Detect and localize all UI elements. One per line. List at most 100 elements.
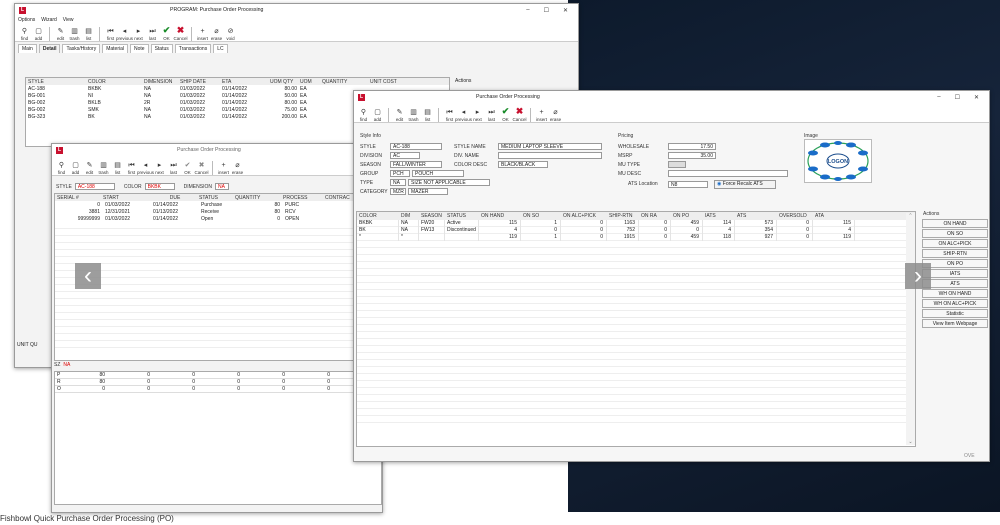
action-button-wh-on-hand[interactable]: WH ON HAND bbox=[922, 289, 988, 298]
action-button-on-so[interactable]: ON SO bbox=[922, 229, 988, 238]
color-field[interactable]: BKBK bbox=[144, 183, 175, 190]
menu-view[interactable]: View bbox=[63, 17, 74, 23]
scroll-up-icon[interactable]: ⌃ bbox=[906, 213, 915, 219]
trash-button[interactable]: ▥ trash bbox=[407, 109, 420, 122]
erase-button[interactable]: ⌀ erase bbox=[231, 162, 244, 175]
insert-button[interactable]: + insert bbox=[217, 162, 230, 175]
ok-button[interactable]: ✔ OK bbox=[499, 106, 512, 122]
action-button-ship-rtn[interactable]: SHIP-RTN bbox=[922, 249, 988, 258]
find-button[interactable]: ⚲ find bbox=[18, 28, 31, 41]
tab-main[interactable]: Main bbox=[18, 44, 37, 53]
tab-tasks-history[interactable]: Tasks/History bbox=[62, 44, 101, 53]
tab-lc[interactable]: LC bbox=[213, 44, 228, 53]
tab-transactions[interactable]: Transactions bbox=[174, 44, 212, 53]
tab-detail[interactable]: Detail bbox=[38, 44, 61, 53]
cancel-button[interactable]: ✖ Cancel bbox=[513, 106, 527, 122]
tab-material[interactable]: Material bbox=[102, 44, 128, 53]
scroll-down-icon[interactable]: ⌄ bbox=[906, 439, 915, 445]
tab-note[interactable]: Note bbox=[130, 44, 149, 53]
inventory-scrollbar[interactable]: ⌃ ⌄ bbox=[906, 213, 915, 445]
close-icon[interactable]: ✕ bbox=[563, 7, 568, 14]
type-desc-field[interactable]: SIZE NOT APPLICABLE bbox=[408, 179, 490, 186]
menu-options[interactable]: Options bbox=[18, 17, 35, 23]
next-slide-button[interactable]: › bbox=[905, 263, 931, 289]
edit-button[interactable]: ✎ edit bbox=[54, 28, 67, 41]
list-button[interactable]: ▤ list bbox=[82, 28, 95, 41]
menu-wizard[interactable]: Wizard bbox=[41, 17, 57, 23]
find-button[interactable]: ⚲ find bbox=[357, 109, 370, 122]
minimize-icon[interactable]: – bbox=[526, 7, 529, 14]
wholesale-field[interactable]: 17.50 bbox=[668, 143, 716, 150]
edit-button[interactable]: ✎ edit bbox=[393, 109, 406, 122]
last-button[interactable]: ⏭ last bbox=[146, 28, 159, 41]
division-field[interactable]: AC bbox=[390, 152, 420, 159]
style-name-field[interactable]: MEDIUM LAPTOP SLEEVE bbox=[498, 143, 602, 150]
close-icon[interactable]: ✕ bbox=[974, 94, 979, 101]
table-row[interactable]: 99999999 01/03/2022 01/14/2022 Open 0 OPEN bbox=[55, 215, 381, 222]
group-field[interactable]: PCH bbox=[390, 170, 410, 177]
trash-button[interactable]: ▥ trash bbox=[68, 28, 81, 41]
msrp-field[interactable]: 35.00 bbox=[668, 152, 716, 159]
cancel-button[interactable]: ✖ Cancel bbox=[174, 25, 188, 41]
next-button[interactable]: ▸ next bbox=[132, 28, 145, 41]
table-row[interactable]: BKBK NA FW20 Active 115 1 0 1163 0 459 114 573 0 115 bbox=[357, 220, 915, 227]
find-button[interactable]: ⚲ find bbox=[55, 162, 68, 175]
action-button-iats[interactable]: IATS bbox=[922, 269, 988, 278]
add-button[interactable]: ▢ add bbox=[69, 162, 82, 175]
last-button[interactable]: ⏭ last bbox=[485, 109, 498, 122]
season-field[interactable]: FALL/WINTER bbox=[390, 161, 442, 168]
maximize-icon[interactable]: ☐ bbox=[544, 7, 549, 14]
action-button-on-hand[interactable]: ON HAND bbox=[922, 219, 988, 228]
trash-button[interactable]: ▥ trash bbox=[97, 162, 110, 175]
group-desc-field[interactable]: POUCH bbox=[412, 170, 464, 177]
previous-button[interactable]: ◂ previous bbox=[137, 162, 154, 175]
ok-button[interactable]: ✔ OK bbox=[160, 25, 173, 41]
action-button-statistic[interactable]: Statistic bbox=[922, 309, 988, 318]
table-row[interactable]: * * 119 1 0 1915 0 459 118 927 0 119 bbox=[357, 234, 915, 241]
insert-button[interactable]: + insert bbox=[535, 109, 548, 122]
erase-button[interactable]: ⌀ erase bbox=[210, 28, 223, 41]
erase-button[interactable]: ⌀ erase bbox=[549, 109, 562, 122]
mu-desc-field[interactable] bbox=[668, 170, 788, 177]
style-field[interactable]: AC-188 bbox=[74, 183, 115, 190]
insert-button[interactable]: + insert bbox=[196, 28, 209, 41]
category-field[interactable]: MZR bbox=[390, 188, 406, 195]
action-button-on-alc-pick[interactable]: ON ALC+PICK bbox=[922, 239, 988, 248]
type-field[interactable]: NA bbox=[390, 179, 406, 186]
maximize-icon[interactable]: ☐ bbox=[955, 94, 960, 101]
list-button[interactable]: ▤ list bbox=[421, 109, 434, 122]
void-button[interactable]: ⊘ void bbox=[224, 28, 237, 41]
table-row[interactable]: 3881 12/31/2021 01/13/2022 Receive 80 RCV bbox=[55, 208, 381, 215]
cancel-button[interactable]: ✖ Cancel bbox=[195, 162, 209, 175]
previous-button[interactable]: ◂ previous bbox=[455, 109, 472, 122]
mu-type-field[interactable] bbox=[668, 161, 686, 168]
style-field[interactable]: AC-188 bbox=[390, 143, 442, 150]
dimension-field[interactable]: NA bbox=[214, 183, 229, 190]
category-desc-field[interactable]: MAZER bbox=[408, 188, 448, 195]
size-row[interactable]: P80000000 bbox=[55, 372, 381, 379]
next-button[interactable]: ▸ next bbox=[153, 162, 166, 175]
next-button[interactable]: ▸ next bbox=[471, 109, 484, 122]
previous-button[interactable]: ◂ previous bbox=[116, 28, 133, 41]
table-row[interactable]: 0 01/03/2022 01/14/2022 Purchase 80 PURC bbox=[55, 201, 381, 208]
previous-slide-button[interactable]: ‹ bbox=[75, 263, 101, 289]
force-recalc-ats-button[interactable]: ◉ Force Recalc ATS bbox=[714, 179, 776, 189]
last-button[interactable]: ⏭ last bbox=[167, 162, 180, 175]
action-button-on-po[interactable]: ON PO bbox=[922, 259, 988, 268]
list-button[interactable]: ▤ list bbox=[111, 162, 124, 175]
action-button-ats[interactable]: ATS bbox=[922, 279, 988, 288]
action-button-wh-on-alc-pick[interactable]: WH ON ALC+PICK bbox=[922, 299, 988, 308]
tab-status[interactable]: Status bbox=[150, 44, 173, 53]
ats-location-field[interactable]: N8 bbox=[668, 180, 708, 188]
action-button-view-item-webpage[interactable]: View Item Webpage bbox=[922, 319, 988, 328]
table-row[interactable]: BK NA FW13 Discontinued 4 0 0 752 0 0 4 354 0 4 bbox=[357, 227, 915, 234]
add-button[interactable]: ▢ add bbox=[32, 28, 45, 41]
ok-button[interactable]: ✔ OK bbox=[181, 162, 194, 175]
size-row[interactable]: O0000000 bbox=[55, 386, 381, 393]
minimize-icon[interactable]: – bbox=[937, 94, 940, 101]
div-name-field[interactable] bbox=[498, 152, 602, 159]
add-button[interactable]: ▢ add bbox=[371, 109, 384, 122]
color-desc-field[interactable]: BLACK/BLACK bbox=[498, 161, 548, 168]
size-row[interactable]: R80000000 bbox=[55, 379, 381, 386]
edit-button[interactable]: ✎ edit bbox=[83, 162, 96, 175]
